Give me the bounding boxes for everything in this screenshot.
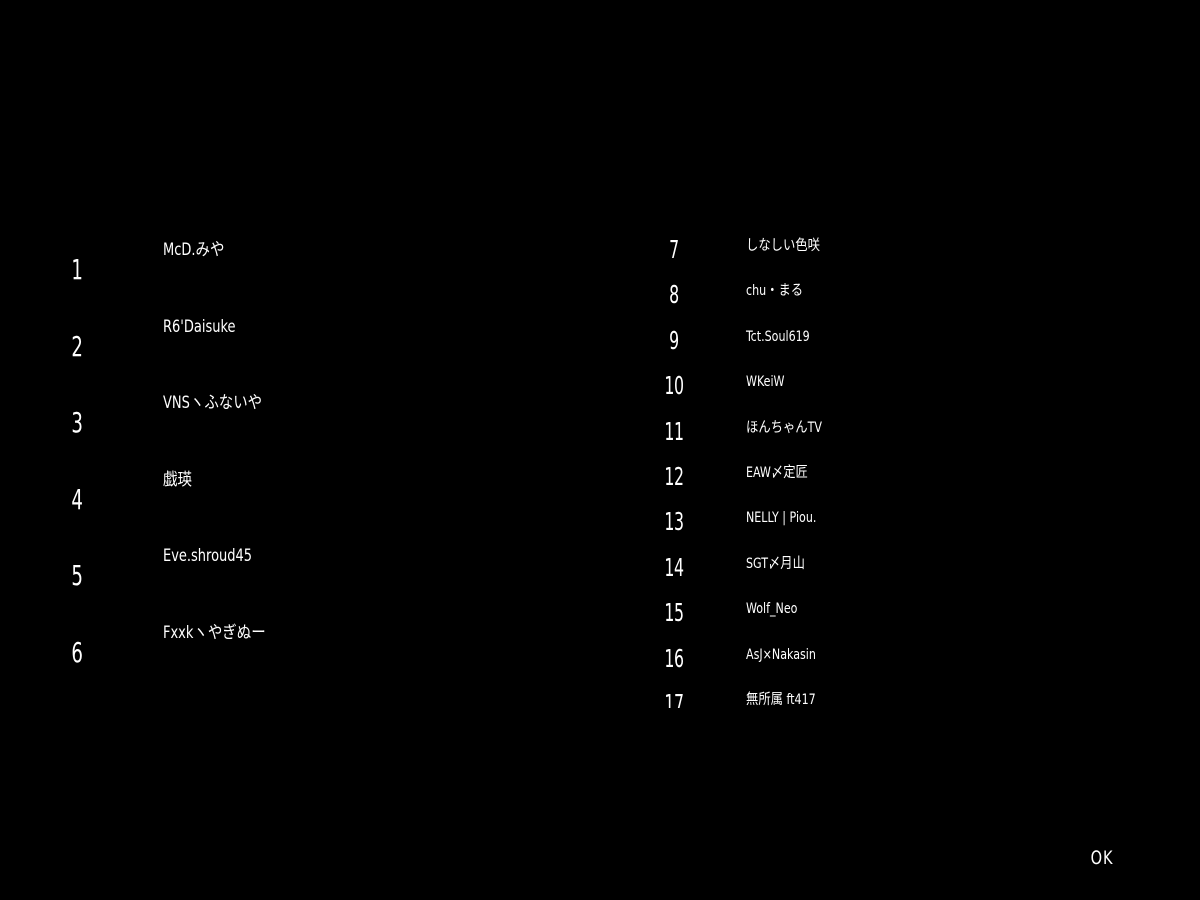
rank-row: 5 Eve.shroud45 [50,538,550,615]
rank-number: 8 [669,280,679,310]
player-name: WKeiW [746,374,785,391]
player-name: Eve.shroud45 [163,546,253,566]
rank-number: 17 [664,688,684,708]
rank-number: 15 [664,598,684,628]
player-name: R6'Daisuke [163,316,236,337]
rank-number: 3 [71,406,83,439]
rank-number: 12 [664,461,684,491]
rank-row: 14 SGT〆月山 [648,551,1128,596]
rank-number: 13 [664,507,684,537]
rank-number: 5 [71,559,83,592]
rank-number: 7 [669,235,679,264]
rank-row: 4 戯瑛 [50,462,550,539]
rank-number: 1 [71,253,83,286]
player-name: VNSヽふないや [163,393,263,413]
player-name: ほんちゃんTV [746,419,822,436]
player-name: Tct.Soul619 [746,328,810,345]
rank-row: 6 Fxxkヽやぎぬー [50,615,550,692]
rank-number: 2 [71,329,83,363]
rank-number: 10 [664,371,684,401]
player-name: 戯瑛 [163,469,192,490]
rank-row: 16 AsJ×Nakasin [648,642,1128,687]
rank-row: 15 Wolf_Neo [648,596,1128,641]
rank-number: 6 [71,635,83,669]
rank-row: 13 NELLY | Piou. [648,505,1128,550]
rank-number: 16 [664,643,684,673]
ranking-screen: 1 McD.みや 2 R6'Daisuke 3 VNSヽふないや 4 戯瑛 5 Eve.shrou… [0,0,1200,900]
player-name: EAW〆定匠 [746,464,808,481]
player-name: AsJ×Nakasin [746,646,816,663]
rank-row: 7 しなしい色咲 [648,233,1128,278]
player-name: Fxxkヽやぎぬー [163,622,266,643]
rank-row: 9 Tct.Soul619 [648,324,1128,369]
rank-row: 8 chu・まる [648,278,1128,323]
rank-row: 11 ほんちゃんTV [648,415,1128,460]
rank-number: 4 [71,482,83,516]
rank-row: 3 VNSヽふないや [50,385,550,462]
rank-number: 9 [669,325,679,355]
rank-row: 17 無所属 ft417 [648,687,1128,708]
ranking-list-left: 1 McD.みや 2 R6'Daisuke 3 VNSヽふないや 4 戯瑛 5 Eve.shrou… [50,232,550,691]
ranking-list-right: 7 しなしい色咲 8 chu・まる 9 Tct.Soul619 10 WKeiW 11 ほんちゃん… [648,233,1128,708]
rank-number: 14 [664,552,684,582]
player-name: McD.みや [163,240,225,260]
player-name: chu・まる [746,283,804,300]
player-name: しなしい色咲 [746,238,820,254]
player-name: 無所属 ft417 [746,691,816,708]
rank-row: 10 WKeiW [648,369,1128,414]
player-name: Wolf_Neo [746,601,798,618]
player-name: SGT〆月山 [746,555,805,572]
rank-row: 1 McD.みや [50,232,550,309]
ok-button[interactable]: OK [1082,843,1123,873]
rank-number: 11 [664,416,684,446]
player-name: NELLY | Piou. [746,510,817,527]
rank-row: 12 EAW〆定匠 [648,460,1128,505]
rank-row: 2 R6'Daisuke [50,309,550,386]
